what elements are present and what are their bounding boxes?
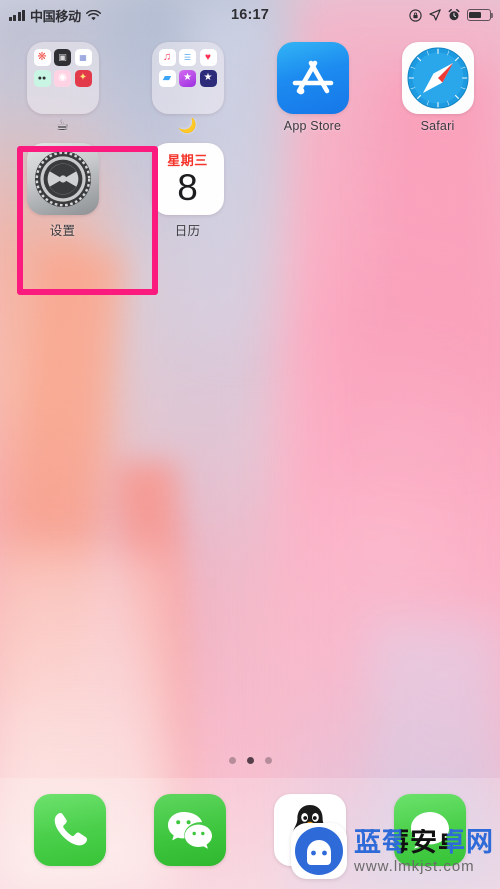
safari-compass-icon[interactable] (401, 42, 474, 114)
page-dots[interactable] (0, 757, 500, 764)
dock-item-phone[interactable] (10, 793, 130, 866)
files-icon: ▰ (158, 69, 176, 87)
calendar-day-number: 8 (177, 167, 198, 208)
watermark-url: www.lmkjst.com (354, 857, 475, 875)
folder-one-label: ☕ (55, 118, 70, 134)
empty-cell-1 (250, 135, 375, 239)
location-arrow-icon (429, 9, 441, 21)
calculator-icon: ▦ (74, 49, 92, 66)
page-dot-3[interactable] (264, 757, 272, 764)
safari[interactable]: Safari (375, 34, 500, 135)
phone-handset-icon[interactable] (34, 793, 106, 866)
alarm-clock-icon (448, 9, 460, 21)
health-icon: ♥ (199, 49, 217, 66)
page-dot-1[interactable] (228, 757, 236, 764)
settings[interactable]: 设置 (0, 135, 125, 239)
camera-icon: ▣ (54, 49, 71, 66)
app-store-label: App Store (283, 119, 342, 133)
itunes-store-icon: ★ (179, 69, 196, 87)
imovie-icon: ★ (199, 69, 217, 87)
watermark-text: 蓝莓安卓网 www.lmkjst.com (354, 826, 494, 875)
page-dot-2[interactable] (246, 757, 254, 764)
photos-icon: ❋ (33, 49, 51, 66)
safari-label: Safari (420, 119, 455, 133)
status-bar-right (409, 8, 494, 22)
android-robot-icon (291, 823, 347, 879)
app-store-icon[interactable] (276, 42, 349, 114)
reminders-icon: ☰ (179, 49, 196, 66)
folder-two-icon[interactable]: ♫ ☰ ♥ ▰ ★ ★ (151, 42, 224, 114)
folder-two-label: 🌙 (178, 118, 197, 134)
app-store[interactable]: App Store (250, 34, 375, 135)
empty-cell-2 (375, 135, 500, 239)
status-bar: 中国移动 16:17 (0, 0, 500, 30)
app-row-1: ❋ ▣ ▦ ●● ◉ ✦ ☕ ♫ ☰ ♥ ▰ ★ ★ 🌙 App Store S… (0, 34, 500, 135)
calendar[interactable]: 星期三 8 日历 (125, 135, 250, 239)
watermark: 蓝莓安卓网 www.lmkjst.com (291, 823, 494, 879)
watermark-site-name: 蓝莓安卓网 (354, 826, 494, 857)
pink-camera-icon: ◉ (54, 69, 71, 87)
folder-one-icon[interactable]: ❋ ▣ ▦ ●● ◉ ✦ (26, 42, 99, 114)
calendar-icon[interactable]: 星期三 8 (151, 143, 224, 215)
music-icon: ♫ (158, 49, 176, 66)
rotation-lock-icon (409, 8, 422, 22)
wechat-bubbles-icon[interactable] (154, 793, 226, 866)
settings-gear-icon[interactable] (26, 143, 99, 215)
folder-one[interactable]: ❋ ▣ ▦ ●● ◉ ✦ ☕ (0, 34, 125, 135)
settings-label: 设置 (49, 224, 76, 238)
folder-two[interactable]: ♫ ☰ ♥ ▰ ★ ★ 🌙 (125, 34, 250, 135)
mint-app-icon: ●● (33, 69, 51, 87)
battery-icon (467, 9, 494, 21)
calendar-label: 日历 (174, 224, 201, 238)
dock-item-wechat[interactable] (130, 793, 250, 866)
red-collage-icon: ✦ (74, 69, 92, 87)
app-row-2: 设置 星期三 8 日历 (0, 135, 500, 239)
app-icon-grid: ❋ ▣ ▦ ●● ◉ ✦ ☕ ♫ ☰ ♥ ▰ ★ ★ 🌙 App Store S… (0, 34, 500, 239)
